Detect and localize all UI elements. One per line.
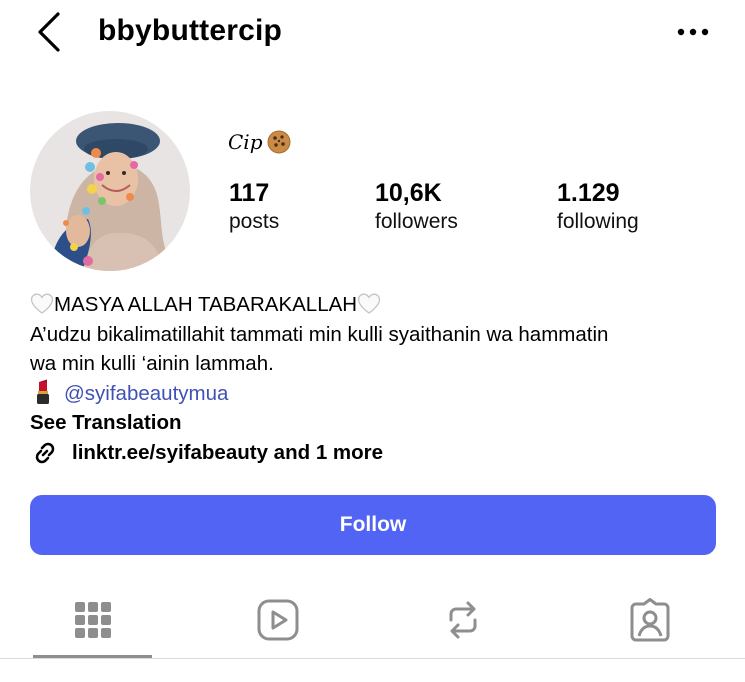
- stat-followers-label: followers: [375, 210, 458, 233]
- white-heart-icon: [30, 293, 54, 314]
- tagged-icon: [630, 598, 670, 642]
- bio-line-2: A’udzu bikalimatillahit tammati min kull…: [30, 322, 609, 346]
- grid-icon: [75, 602, 111, 638]
- back-button[interactable]: [30, 10, 70, 54]
- bio-link-text: linktr.ee/syifabeauty and 1 more: [72, 440, 384, 464]
- follow-button[interactable]: Follow: [30, 495, 716, 555]
- profile-avatar[interactable]: [30, 111, 190, 271]
- tab-reposts[interactable]: [433, 594, 493, 646]
- stat-posts-label: posts: [229, 210, 280, 233]
- stat-following-value: 1.129: [557, 179, 620, 207]
- lipstick-icon: [37, 379, 49, 404]
- stat-following[interactable]: 1.129 following: [557, 178, 639, 236]
- stat-following-label: following: [557, 210, 639, 233]
- profile-bio: MASYA ALLAH TABARAKALLAH A’udzu bikalima…: [30, 290, 730, 468]
- more-options-button[interactable]: [672, 18, 714, 46]
- bio-mention-row: @syifabeautymua: [30, 379, 730, 409]
- stat-followers[interactable]: 10,6K followers: [375, 178, 458, 236]
- bio-line-1-text: MASYA ALLAH TABARAKALLAH: [54, 293, 358, 316]
- see-translation-button[interactable]: See Translation: [30, 408, 730, 438]
- bio-line-1: MASYA ALLAH TABARAKALLAH: [30, 290, 730, 320]
- chevron-left-icon: [38, 12, 60, 52]
- cookie-icon: [267, 130, 291, 154]
- more-horizontal-icon: [677, 28, 709, 36]
- tab-grid[interactable]: [63, 594, 123, 646]
- tab-divider: [0, 658, 745, 659]
- avatar-image: [30, 111, 190, 271]
- tab-reels[interactable]: [248, 594, 308, 646]
- stat-posts[interactable]: 117 posts: [229, 178, 279, 236]
- stat-posts-value: 117: [229, 179, 270, 207]
- bio-mention-link[interactable]: @syifabeautymua: [64, 382, 228, 405]
- profile-username: bbybuttercip: [98, 14, 283, 47]
- reels-icon: [257, 599, 299, 641]
- tab-tagged[interactable]: [620, 594, 680, 646]
- white-heart-icon: [357, 293, 381, 314]
- bio-line-3: wa min kulli ‘ainin lammah.: [30, 352, 274, 375]
- repost-icon: [449, 601, 477, 639]
- bio-external-link[interactable]: linktr.ee/syifabeauty and 1 more: [30, 438, 730, 468]
- stat-followers-value: 10,6K: [375, 179, 442, 207]
- display-name-text: Cip: [228, 130, 263, 154]
- profile-display-name: Cip: [228, 130, 291, 154]
- link-icon: [35, 442, 55, 463]
